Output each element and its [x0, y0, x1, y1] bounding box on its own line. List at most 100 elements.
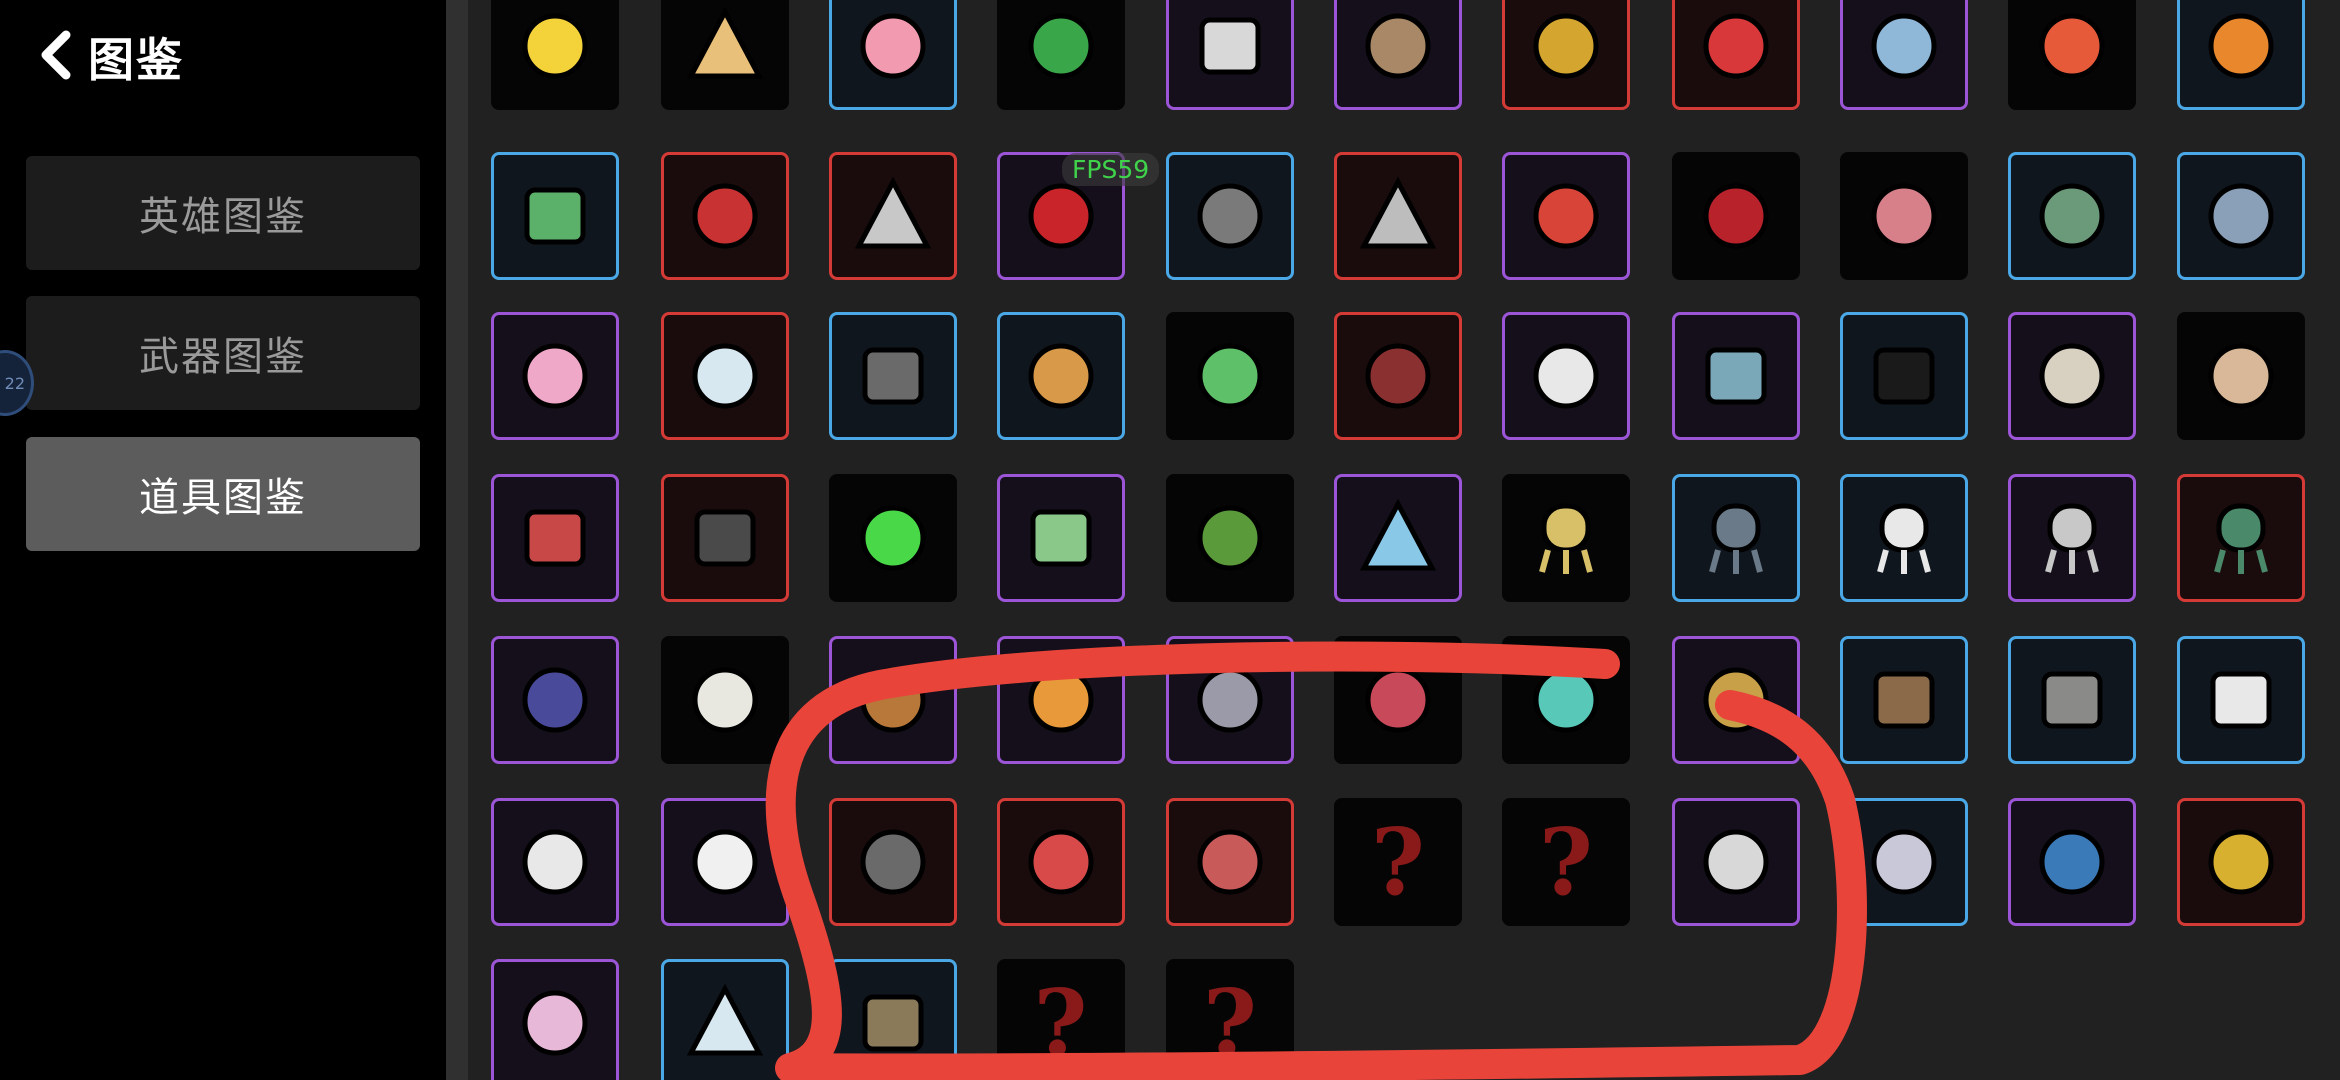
item-slot[interactable] [491, 151, 619, 280]
item-slot[interactable] [491, 798, 619, 926]
item-slot[interactable] [660, 636, 789, 764]
item-slot[interactable] [1334, 0, 1462, 110]
item-slot[interactable] [2007, 312, 2136, 440]
item-slot[interactable] [1671, 474, 1800, 602]
item-slot[interactable] [1502, 312, 1630, 440]
item-slot[interactable] [1671, 151, 1800, 280]
spider-icon [1350, 326, 1446, 426]
fps-overlay: FPS59 [1062, 153, 1160, 186]
item-slot[interactable] [491, 0, 619, 110]
item-slot[interactable] [491, 958, 619, 1080]
triangle-prism-icon [1350, 488, 1446, 588]
chain-claw-icon [1182, 650, 1278, 750]
item-slot[interactable] [2177, 474, 2305, 602]
item-slot[interactable] [660, 151, 789, 280]
item-slot[interactable] [996, 0, 1125, 110]
item-slot[interactable] [1334, 151, 1462, 280]
flask-icon [2193, 166, 2289, 266]
item-slot[interactable] [491, 474, 619, 602]
item-slot[interactable] [996, 474, 1125, 602]
item-slot[interactable] [1166, 798, 1294, 926]
target-turret-icon [2024, 488, 2120, 588]
item-slot[interactable] [996, 636, 1125, 764]
item-slot[interactable] [1166, 636, 1294, 764]
item-slot[interactable] [1839, 798, 1968, 926]
broken-helmet-icon [677, 488, 773, 588]
item-grid[interactable]: ???? [468, 0, 2340, 1080]
item-slot[interactable] [660, 798, 789, 926]
pumpkin-icon [2193, 0, 2289, 96]
sprout-icon [1013, 0, 1109, 96]
page-title: 图鉴 [88, 33, 184, 87]
item-slot[interactable] [1166, 474, 1294, 602]
item-slot[interactable] [828, 151, 957, 280]
item-slot[interactable] [1839, 474, 1968, 602]
item-slot[interactable] [828, 798, 957, 926]
item-slot[interactable] [660, 312, 789, 440]
item-slot[interactable] [660, 474, 789, 602]
item-slot[interactable] [1166, 0, 1294, 110]
item-slot[interactable] [996, 312, 1125, 440]
piggy-bank-icon [845, 0, 941, 96]
item-slot[interactable] [2007, 474, 2136, 602]
item-slot[interactable] [2177, 151, 2305, 280]
brain-icon [507, 973, 603, 1073]
chevron-left-icon [36, 30, 76, 84]
gold-turret-icon [1518, 488, 1614, 588]
item-slot[interactable] [1671, 636, 1800, 764]
item-slot[interactable] [1334, 636, 1462, 764]
item-slot[interactable] [1671, 0, 1800, 110]
bloody-glove-icon [1013, 812, 1109, 912]
item-slot[interactable] [1502, 151, 1630, 280]
item-slot[interactable] [1839, 151, 1968, 280]
staff-icon [1350, 166, 1446, 266]
item-slot[interactable] [1671, 798, 1800, 926]
green-turret-icon [2193, 488, 2289, 588]
item-slot[interactable] [996, 798, 1125, 926]
gift-box-icon [1688, 326, 1784, 426]
item-slot[interactable] [660, 958, 789, 1080]
item-slot[interactable] [828, 0, 957, 110]
jug-icon [845, 650, 941, 750]
item-slot[interactable] [2007, 798, 2136, 926]
stone-circle-icon [1182, 166, 1278, 266]
ghost-tooth-icon [677, 650, 773, 750]
item-slot[interactable] [1502, 474, 1630, 602]
item-slot[interactable] [2177, 0, 2305, 110]
item-slot[interactable] [1166, 151, 1294, 280]
item-slot[interactable]: ? [1166, 958, 1294, 1080]
item-slot[interactable] [1839, 636, 1968, 764]
stomach-icon [1182, 812, 1278, 912]
item-slot[interactable] [491, 312, 619, 440]
item-slot[interactable] [2007, 151, 2136, 280]
item-slot[interactable]: ? [1502, 798, 1630, 926]
item-slot[interactable] [828, 958, 957, 1080]
item-slot[interactable] [828, 474, 957, 602]
item-slot[interactable] [1839, 0, 1968, 110]
item-slot[interactable]: ? [996, 958, 1125, 1080]
item-slot[interactable] [2177, 636, 2305, 764]
item-slot[interactable] [2007, 636, 2136, 764]
item-slot[interactable] [1839, 312, 1968, 440]
item-slot[interactable] [1166, 312, 1294, 440]
item-slot[interactable] [828, 312, 957, 440]
item-slot[interactable] [1334, 474, 1462, 602]
item-slot[interactable] [1502, 0, 1630, 110]
item-slot[interactable]: ? [1334, 798, 1462, 926]
snake-icon [1182, 326, 1278, 426]
item-slot[interactable] [491, 636, 619, 764]
item-slot[interactable] [1334, 312, 1462, 440]
tab-hero-codex[interactable]: 英雄图鉴 [26, 156, 420, 270]
back-button[interactable]: 图鉴 [36, 22, 184, 92]
item-slot[interactable] [2177, 798, 2305, 926]
item-slot[interactable] [828, 636, 957, 764]
item-slot[interactable] [660, 0, 789, 110]
item-slot[interactable] [1502, 636, 1630, 764]
green-slime-icon [845, 488, 941, 588]
item-slot[interactable] [2007, 0, 2136, 110]
tab-weapon-codex[interactable]: 武器图鉴 [26, 296, 420, 410]
tab-item-codex[interactable]: 道具图鉴 [26, 437, 420, 551]
wheelbarrow-icon [1856, 650, 1952, 750]
item-slot[interactable] [1671, 312, 1800, 440]
item-slot[interactable] [2177, 312, 2305, 440]
